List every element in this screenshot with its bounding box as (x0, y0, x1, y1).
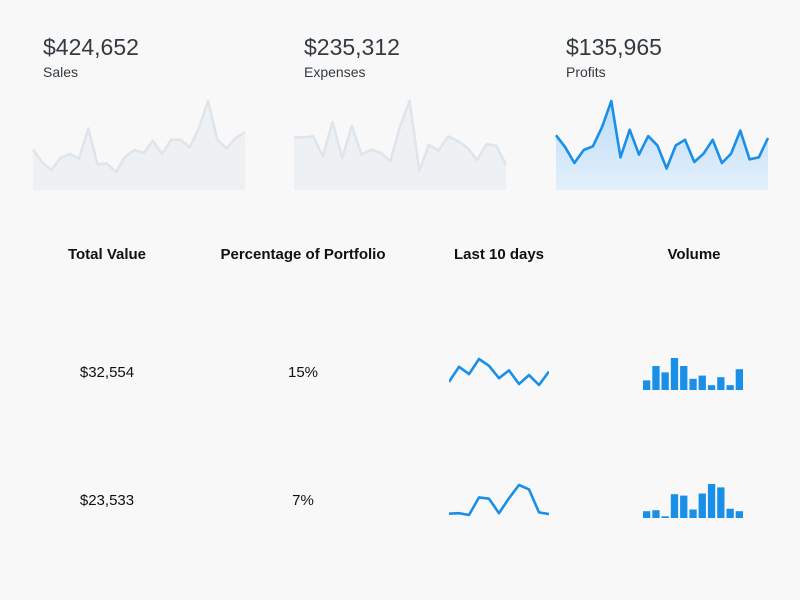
percentage-cell: 7% (292, 492, 314, 509)
profits-sparkline (554, 99, 770, 190)
volume-bar (670, 358, 679, 390)
sales-sparkline (31, 99, 246, 190)
kpi-amount: $135,965 (566, 34, 662, 60)
area-fill (556, 101, 768, 190)
kpi-expenses: $235,312 Expenses (304, 34, 514, 80)
volume-sparkbar (643, 358, 743, 390)
kpi-profits: $135,965 Profits (566, 34, 776, 80)
header-percentage: Percentage of Portfolio (220, 246, 386, 263)
volume-bar (680, 366, 688, 390)
volume-bar (689, 378, 697, 390)
volume-bar (717, 487, 725, 518)
volume-bar (698, 375, 706, 390)
volume-bar (707, 484, 716, 518)
volume-bar (680, 495, 688, 518)
last-10-days-sparkline (449, 357, 549, 387)
volume-bar (661, 372, 669, 390)
header-total-value: Total Value (67, 246, 147, 263)
volume-bar (735, 369, 743, 390)
kpi-label: Sales (43, 64, 79, 80)
volume-bar (661, 516, 669, 518)
volume-bar (652, 366, 660, 390)
kpi-sales: $424,652 Sales (43, 34, 253, 80)
volume-bar (698, 493, 706, 518)
area-fill (33, 101, 245, 190)
expenses-sparkline (294, 99, 508, 190)
percentage-cell: 15% (287, 364, 319, 381)
volume-bar (726, 385, 734, 390)
header-last-10-days: Last 10 days (453, 246, 545, 263)
series-line (449, 357, 549, 387)
volume-bar (726, 508, 734, 518)
header-volume: Volume (667, 246, 721, 263)
volume-bar (643, 380, 651, 390)
volume-bar (689, 509, 697, 518)
last-10-days-sparkline (449, 483, 549, 517)
volume-bar (707, 385, 716, 390)
kpi-label: Expenses (304, 64, 366, 80)
volume-bar (643, 511, 651, 518)
series-line (449, 483, 549, 517)
kpi-label: Profits (566, 64, 606, 80)
volume-bar (735, 511, 743, 518)
volume-sparkbar (643, 484, 743, 518)
total-value-cell: $32,554 (79, 364, 135, 381)
volume-bar (652, 510, 660, 518)
volume-bar (670, 494, 679, 518)
volume-bar (717, 377, 725, 390)
kpi-amount: $424,652 (43, 34, 139, 60)
kpi-amount: $235,312 (304, 34, 400, 60)
total-value-cell: $23,533 (79, 492, 135, 509)
